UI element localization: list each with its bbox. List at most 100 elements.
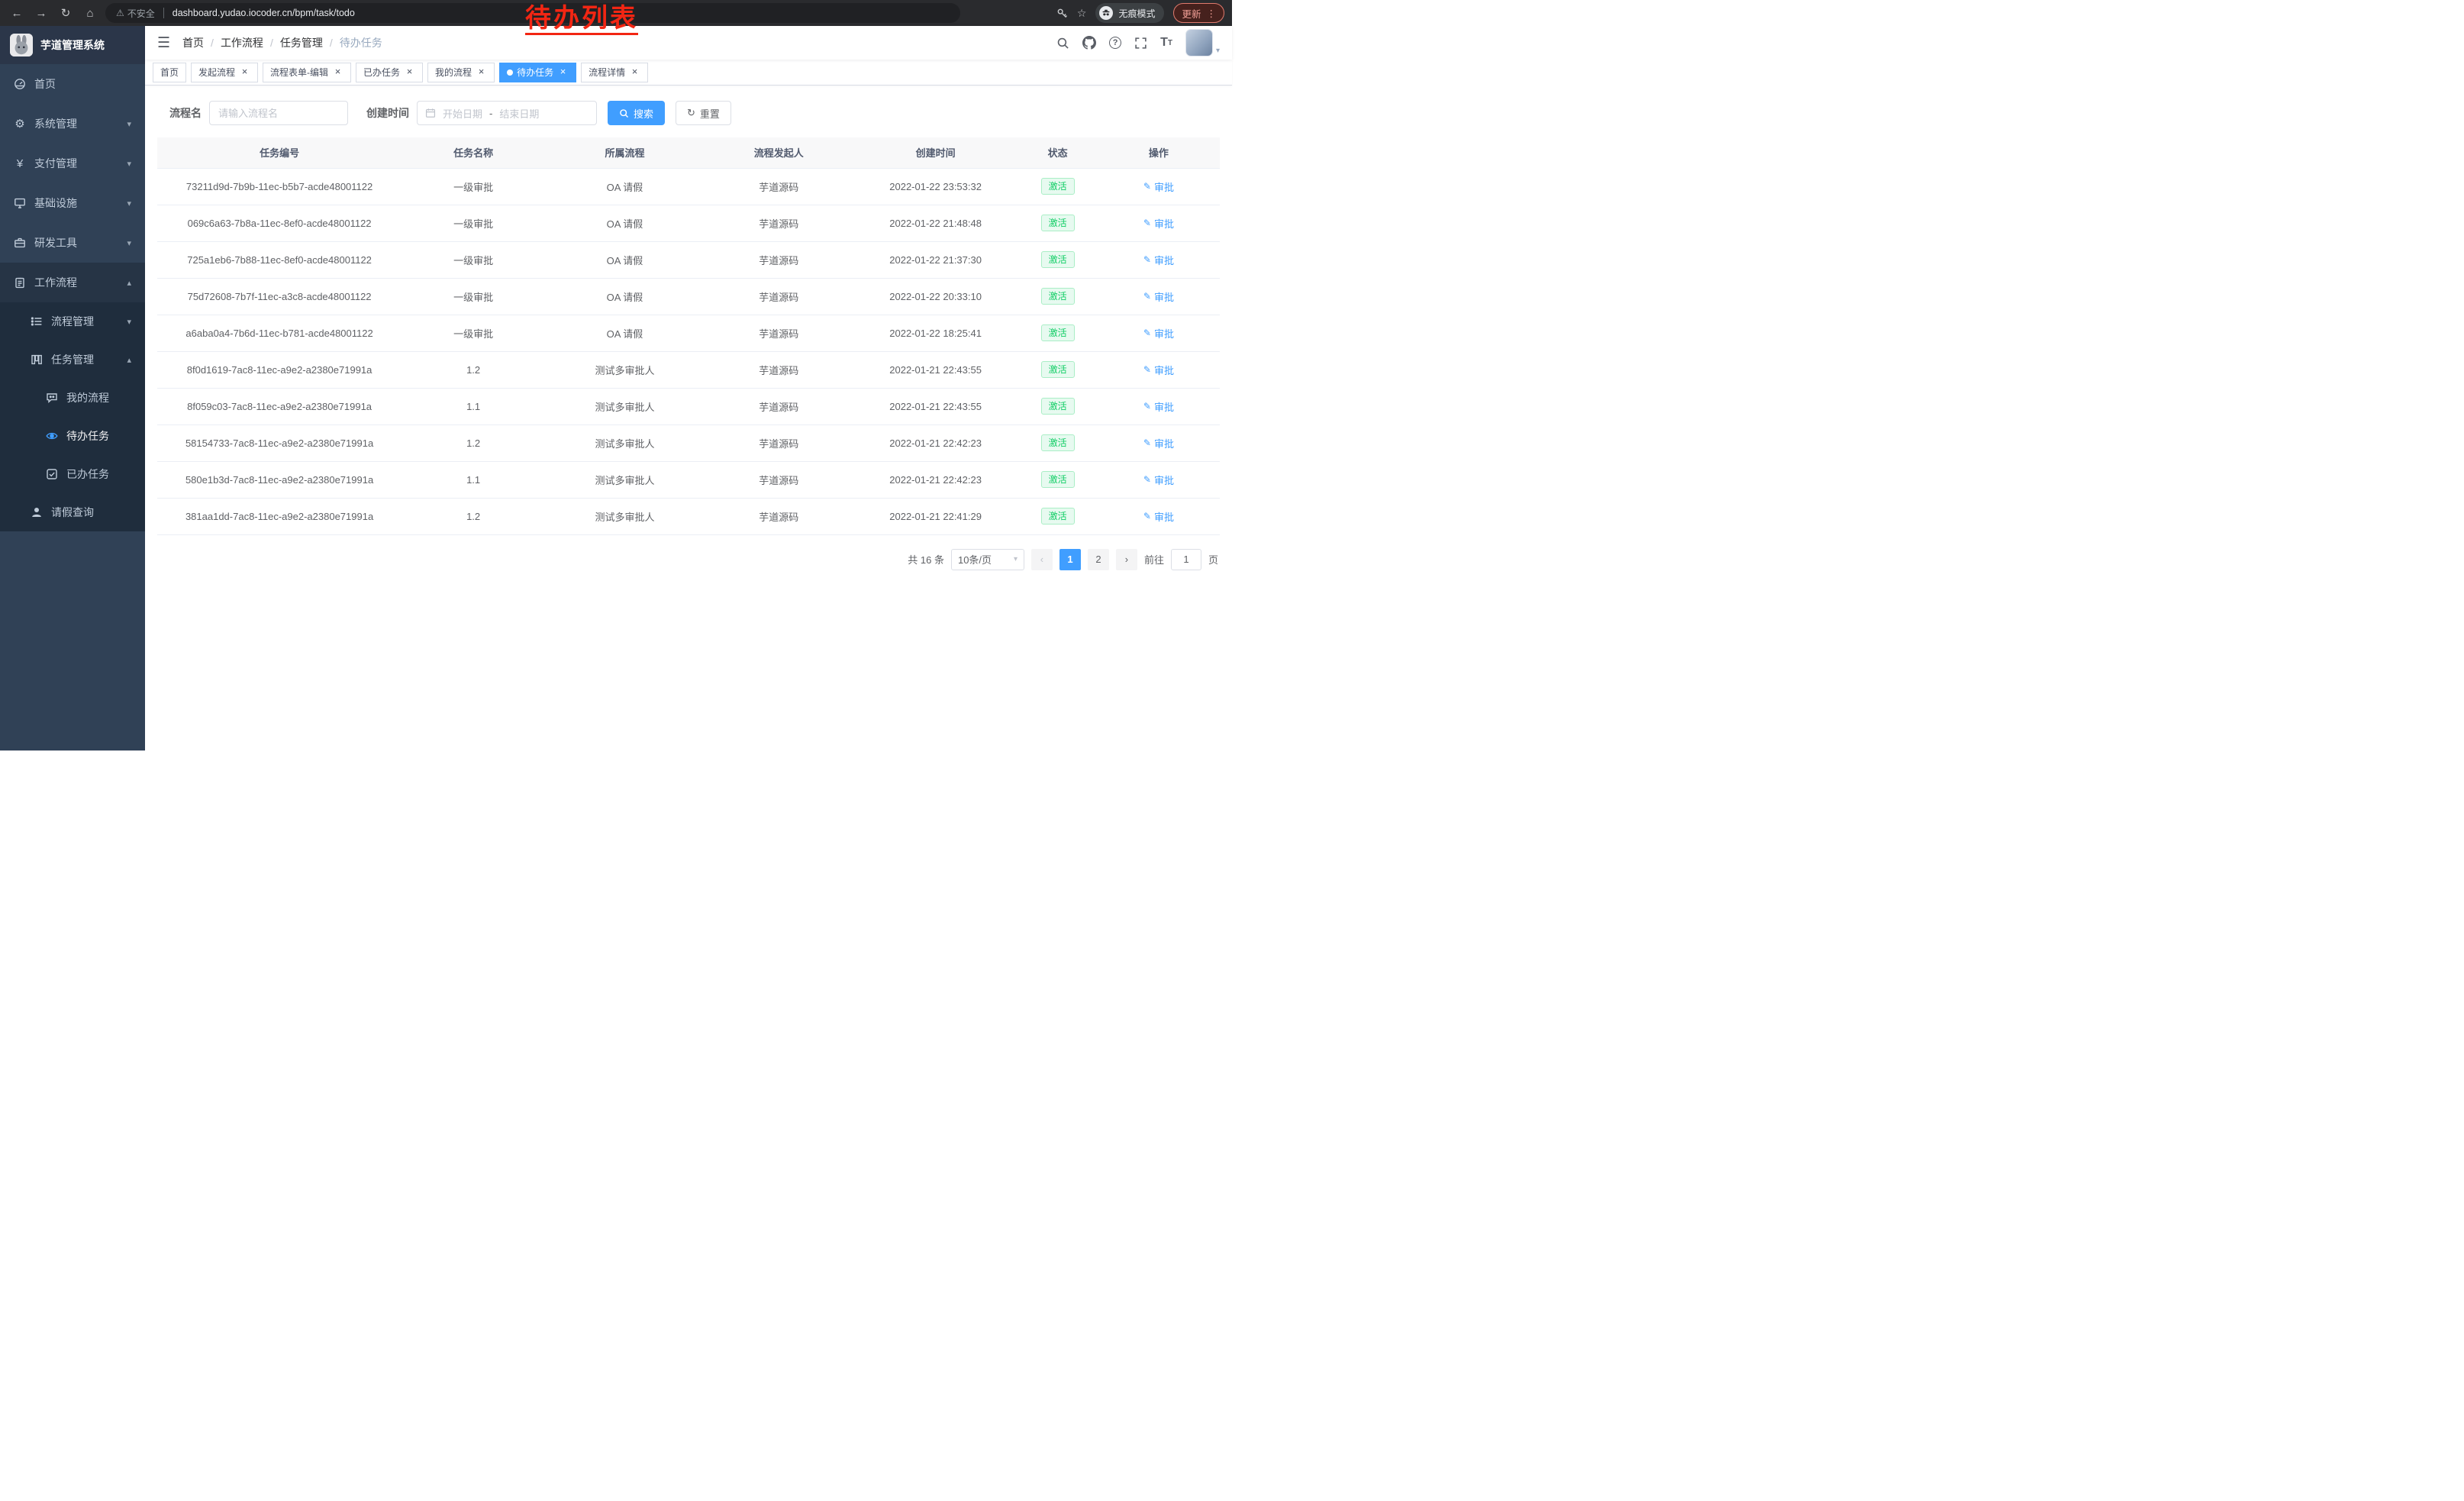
home-icon[interactable]: ⌂ — [81, 4, 99, 22]
sidebar-item-done-task[interactable]: 已办任务 — [0, 455, 145, 493]
status-badge: 激活 — [1041, 508, 1075, 525]
goto-page-input[interactable] — [1171, 549, 1201, 570]
menu-label: 请假查询 — [51, 505, 94, 520]
sidebar-item-workflow[interactable]: 工作流程 ▴ — [0, 263, 145, 302]
breadcrumb-home[interactable]: 首页 — [182, 35, 204, 50]
page-button-1[interactable]: 1 — [1059, 549, 1081, 570]
tab-item-1[interactable]: 发起流程× — [191, 63, 258, 82]
forward-icon[interactable]: → — [32, 4, 50, 22]
task-table: 任务编号任务名称所属流程流程发起人创建时间状态操作 73211d9d-7b9b-… — [157, 137, 1220, 535]
person-icon — [31, 506, 43, 518]
bookmark-star-icon[interactable]: ☆ — [1077, 7, 1087, 20]
chevron-up-icon: ▴ — [127, 278, 131, 288]
status-badge: 激活 — [1041, 434, 1075, 451]
tab-close-icon[interactable]: × — [629, 66, 640, 78]
status-badge: 激活 — [1041, 215, 1075, 231]
breadcrumb-task-management[interactable]: 任务管理 — [280, 35, 323, 50]
approve-button[interactable]: ✎审批 — [1143, 436, 1174, 450]
sidebar-item-payment[interactable]: ¥ 支付管理 ▾ — [0, 144, 145, 183]
task-id-cell: a6aba0a4-7b6d-11ec-b781-acde48001122 — [157, 315, 402, 351]
tab-item-5[interactable]: 待办任务× — [499, 63, 576, 82]
sidebar-item-process-management[interactable]: 流程管理 ▾ — [0, 302, 145, 341]
tab-close-icon[interactable]: × — [332, 66, 343, 78]
reset-button-label: 重置 — [700, 106, 720, 121]
app-logo[interactable]: 芋道管理系统 — [0, 26, 145, 64]
initiator-cell: 芋道源码 — [705, 424, 853, 461]
sidebar-item-task-management[interactable]: 任务管理 ▴ — [0, 341, 145, 379]
tab-close-icon[interactable]: × — [557, 66, 569, 78]
pagination-total: 共 16 条 — [908, 552, 944, 567]
approve-button[interactable]: ✎审批 — [1143, 509, 1174, 524]
tab-item-3[interactable]: 已办任务× — [356, 63, 423, 82]
check-square-icon — [46, 468, 58, 480]
sidebar-item-leave-query[interactable]: 请假查询 — [0, 493, 145, 531]
password-key-icon[interactable] — [1056, 8, 1068, 19]
sidebar-item-infrastructure[interactable]: 基础设施 ▾ — [0, 183, 145, 223]
url-text: dashboard.yudao.iocoder.cn/bpm/task/todo — [173, 8, 355, 18]
task-id-cell: 069c6a63-7b8a-11ec-8ef0-acde48001122 — [157, 205, 402, 241]
tab-close-icon[interactable]: × — [476, 66, 487, 78]
create-time-cell: 2022-01-22 18:25:41 — [853, 315, 1018, 351]
tab-close-icon[interactable]: × — [239, 66, 250, 78]
menu-label: 流程管理 — [51, 314, 94, 329]
hamburger-icon[interactable]: ☰ — [157, 34, 170, 52]
search-icon[interactable] — [1056, 37, 1069, 50]
status-cell: 激活 — [1018, 351, 1097, 388]
page-button-2[interactable]: 2 — [1088, 549, 1109, 570]
sidebar-item-system[interactable]: ⚙ 系统管理 ▾ — [0, 104, 145, 144]
search-button[interactable]: 搜索 — [608, 101, 665, 125]
approve-button[interactable]: ✎审批 — [1143, 216, 1174, 231]
status-badge: 激活 — [1041, 361, 1075, 378]
chevron-down-icon: ▾ — [127, 199, 131, 208]
status-badge: 激活 — [1041, 251, 1075, 268]
menu-label: 任务管理 — [51, 352, 94, 367]
security-warning[interactable]: ⚠ 不安全 — [116, 7, 155, 20]
prev-page-button[interactable]: ‹ — [1031, 549, 1053, 570]
app-window: 芋道管理系统 首页 ⚙ 系统管理 ▾ ¥ 支付管理 ▾ — [0, 26, 1232, 750]
tab-item-2[interactable]: 流程表单-编辑× — [263, 63, 351, 82]
approve-button[interactable]: ✎审批 — [1143, 326, 1174, 341]
approve-button[interactable]: ✎审批 — [1143, 473, 1174, 487]
breadcrumb-workflow[interactable]: 工作流程 — [221, 35, 263, 50]
initiator-cell: 芋道源码 — [705, 315, 853, 351]
reload-icon[interactable]: ↻ — [56, 4, 75, 22]
tab-item-0[interactable]: 首页 — [153, 63, 186, 82]
dashboard-icon — [14, 78, 26, 90]
help-icon[interactable]: ? — [1109, 37, 1121, 49]
sidebar-item-devtools[interactable]: 研发工具 ▾ — [0, 223, 145, 263]
column-header: 流程发起人 — [705, 137, 853, 168]
approve-button[interactable]: ✎审批 — [1143, 399, 1174, 414]
filter-bar: 流程名 创建时间 开始日期 - 结束日期 搜索 ↻ 重置 — [157, 101, 1220, 125]
status-cell: 激活 — [1018, 278, 1097, 315]
sidebar-item-home[interactable]: 首页 — [0, 64, 145, 104]
task-id-cell: 58154733-7ac8-11ec-a9e2-a2380e71991a — [157, 424, 402, 461]
approve-button[interactable]: ✎审批 — [1143, 363, 1174, 377]
approve-button[interactable]: ✎审批 — [1143, 289, 1174, 304]
browser-menu-icon[interactable]: ⋮ — [1207, 8, 1217, 19]
fullscreen-icon[interactable] — [1134, 37, 1147, 50]
date-range-picker[interactable]: 开始日期 - 结束日期 — [417, 101, 597, 125]
back-icon[interactable]: ← — [8, 4, 26, 22]
approve-button[interactable]: ✎审批 — [1143, 253, 1174, 267]
column-header: 所属流程 — [545, 137, 705, 168]
github-icon[interactable] — [1082, 36, 1096, 50]
avatar[interactable] — [1185, 29, 1213, 56]
tab-item-4[interactable]: 我的流程× — [427, 63, 495, 82]
user-menu[interactable]: ▾ — [1185, 29, 1220, 56]
tab-close-icon[interactable]: × — [404, 66, 415, 78]
create-time-cell: 2022-01-21 22:42:23 — [853, 461, 1018, 498]
status-cell: 激活 — [1018, 315, 1097, 351]
sidebar-item-todo-task[interactable]: 待办任务 — [0, 417, 145, 455]
process-name-input[interactable] — [209, 101, 348, 125]
reset-button[interactable]: ↻ 重置 — [676, 101, 731, 125]
approve-button[interactable]: ✎审批 — [1143, 179, 1174, 194]
process-cell: OA 请假 — [545, 168, 705, 205]
sidebar-item-my-process[interactable]: 我的流程 — [0, 379, 145, 417]
next-page-button[interactable]: › — [1116, 549, 1137, 570]
update-button[interactable]: 更新 ⋮ — [1173, 3, 1224, 23]
page-size-select[interactable]: 10条/页 ▾ — [951, 549, 1024, 570]
task-name-cell: 1.2 — [402, 498, 545, 534]
edit-icon: ✎ — [1143, 364, 1151, 375]
tab-item-6[interactable]: 流程详情× — [581, 63, 648, 82]
font-size-icon[interactable]: TT — [1160, 36, 1172, 50]
